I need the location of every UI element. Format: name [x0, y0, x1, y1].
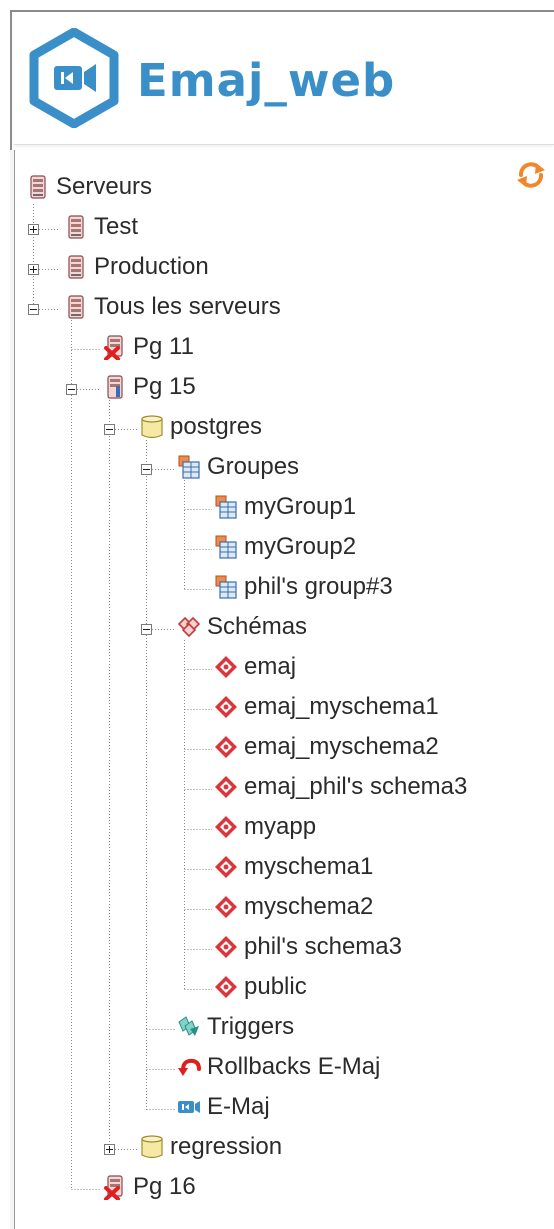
triggers-icon — [177, 1014, 201, 1040]
tree-node-label: myGroup1 — [244, 493, 357, 520]
tree-node-schema-phils-schema3[interactable]: phil's schema3 — [214, 930, 402, 964]
tree-node-test[interactable]: Test — [64, 210, 138, 244]
schema-icon — [214, 934, 238, 960]
tree-node-production[interactable]: Production — [64, 250, 209, 284]
tree-node-label: Pg 16 — [133, 1173, 196, 1200]
schema-icon — [214, 894, 238, 920]
schema-icon — [214, 814, 238, 840]
tree-node-label: Schémas — [207, 613, 308, 640]
emaj-group-icon — [214, 574, 238, 600]
tree-node-label: Groupes — [207, 453, 300, 480]
app-title[interactable]: Emaj_web — [137, 58, 395, 103]
collapse-toggle-tous-les-serveurs[interactable] — [28, 304, 39, 315]
tree-node-schema-myapp[interactable]: myapp — [214, 810, 316, 844]
tree-node-label: emaj_myschema2 — [244, 733, 439, 760]
sidebar-resize-handle[interactable] — [10, 150, 15, 1229]
server-icon — [64, 254, 88, 280]
collapse-toggle-schemas[interactable] — [141, 624, 152, 635]
server-disconnected-icon — [103, 334, 127, 360]
tree-node-schema-emaj-phils-schema3[interactable]: emaj_phil's schema3 — [214, 770, 467, 804]
schema-icon — [214, 654, 238, 680]
tree-node-rollbacks-emaj[interactable]: Rollbacks E-Maj — [177, 1050, 380, 1084]
collapse-toggle-postgres[interactable] — [104, 424, 115, 435]
emaj-camera-icon — [177, 1094, 201, 1120]
tree-node-label: myschema2 — [244, 893, 374, 920]
schema-icon — [214, 854, 238, 880]
tree-node-schema-emaj-myschema1[interactable]: emaj_myschema1 — [214, 690, 439, 724]
tree-node-label: phil's schema3 — [244, 933, 402, 960]
tree-node-label: postgres — [170, 413, 263, 440]
tree-node-label: Serveurs — [56, 173, 153, 200]
tree-node-schema-myschema1[interactable]: myschema1 — [214, 850, 373, 884]
emaj-group-icon — [177, 454, 201, 480]
server-icon — [64, 294, 88, 320]
collapse-toggle-pg15[interactable] — [66, 384, 77, 395]
tree-node-postgres[interactable]: postgres — [140, 410, 262, 444]
database-icon — [140, 414, 164, 440]
tree-node-label: Test — [94, 213, 139, 240]
tree-node-pg11[interactable]: Pg 11 — [103, 330, 194, 364]
collapse-toggle-groupes[interactable] — [141, 464, 152, 475]
tree-node-schema-public[interactable]: public — [214, 970, 307, 1004]
tree-node-label: E-Maj — [207, 1093, 270, 1120]
tree-node-emaj[interactable]: E-Maj — [177, 1090, 270, 1124]
tree-node-schema-myschema2[interactable]: myschema2 — [214, 890, 373, 924]
expand-toggle-production[interactable] — [28, 264, 39, 275]
tree-node-label: myGroup2 — [244, 533, 357, 560]
server-icon — [64, 214, 88, 240]
tree-node-label: emaj_phil's schema3 — [244, 773, 468, 800]
tree-node-label: Tous les serveurs — [94, 293, 281, 320]
schema-icon — [214, 974, 238, 1000]
server-icon — [26, 174, 50, 200]
schema-icon — [214, 694, 238, 720]
app-header: Emaj_web — [14, 12, 554, 145]
emaj-logo-icon[interactable] — [28, 28, 120, 128]
tree-node-group-phils-group3[interactable]: phil's group#3 — [214, 570, 393, 604]
tree-node-schema-emaj[interactable]: emaj — [214, 650, 296, 684]
schema-icon — [214, 734, 238, 760]
schema-icon — [214, 774, 238, 800]
tree-node-schemas[interactable]: Schémas — [177, 610, 307, 644]
tree-node-tous-les-serveurs[interactable]: Tous les serveurs — [64, 290, 281, 324]
tree-node-label: emaj — [244, 653, 297, 680]
tree-node-serveurs[interactable]: Serveurs — [26, 170, 152, 204]
rollback-arrow-icon — [177, 1054, 201, 1080]
tree-node-label: myapp — [244, 813, 317, 840]
tree-node-pg16[interactable]: Pg 16 — [103, 1170, 196, 1204]
tree-node-groupes[interactable]: Groupes — [177, 450, 299, 484]
server-disconnected-icon — [103, 1174, 127, 1200]
tree-node-label: Pg 11 — [133, 333, 194, 360]
tree-node-label: public — [244, 973, 307, 1000]
tree-node-schema-emaj-myschema2[interactable]: emaj_myschema2 — [214, 730, 439, 764]
expand-toggle-test[interactable] — [28, 224, 39, 235]
schemas-icon — [177, 614, 201, 640]
tree-node-label: Pg 15 — [133, 373, 196, 400]
emaj-group-icon — [214, 534, 238, 560]
tree-node-group-mygroup1[interactable]: myGroup1 — [214, 490, 356, 524]
tree-node-label: Rollbacks E-Maj — [207, 1053, 381, 1080]
tree-node-triggers[interactable]: Triggers — [177, 1010, 294, 1044]
tree-node-label: regression — [170, 1133, 283, 1160]
database-icon — [140, 1134, 164, 1160]
emaj-group-icon — [214, 494, 238, 520]
tree-node-label: emaj_myschema1 — [244, 693, 439, 720]
expand-toggle-regression[interactable] — [104, 1144, 115, 1155]
tree-node-group-mygroup2[interactable]: myGroup2 — [214, 530, 356, 564]
tree-node-pg15[interactable]: Pg 15 — [103, 370, 196, 404]
tree-node-label: Production — [94, 253, 209, 280]
server-connected-icon — [103, 374, 127, 400]
tree-node-label: myschema1 — [244, 853, 374, 880]
tree-node-label: Triggers — [207, 1013, 295, 1040]
refresh-icon[interactable] — [514, 158, 548, 192]
tree-node-regression[interactable]: regression — [140, 1130, 282, 1164]
tree-node-label: phil's group#3 — [244, 573, 393, 600]
